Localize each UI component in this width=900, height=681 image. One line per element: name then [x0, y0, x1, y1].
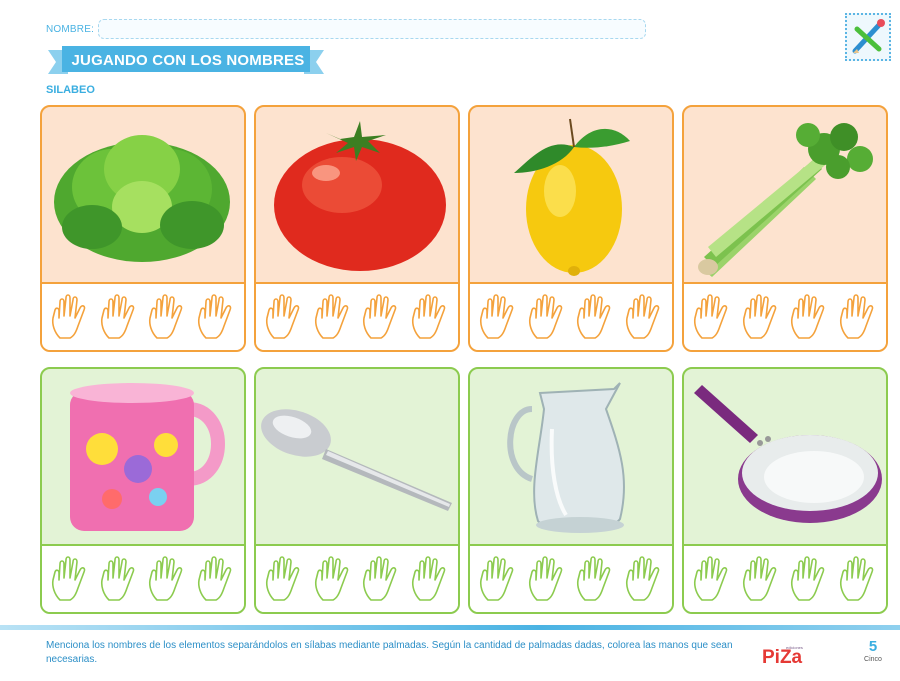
- hand-icon[interactable]: [573, 292, 617, 342]
- svg-text:PiZa: PiZa: [762, 647, 803, 667]
- card-spoon: [254, 367, 460, 614]
- card-tomato: [254, 105, 460, 352]
- section-subtitle: SILABEO: [46, 84, 95, 96]
- card-mug: [40, 367, 246, 614]
- hand-icon[interactable]: [525, 292, 569, 342]
- name-label: NOMBRE:: [46, 24, 95, 35]
- hand-icon[interactable]: [476, 554, 520, 604]
- spoon-image: [261, 409, 452, 511]
- hand-icon[interactable]: [359, 554, 403, 604]
- card-lemon: [468, 105, 674, 352]
- hand-icon[interactable]: [739, 554, 783, 604]
- hand-icon[interactable]: [836, 292, 880, 342]
- frying-pan-image: [694, 385, 882, 523]
- page-number: 5: [868, 638, 878, 655]
- hand-icon[interactable]: [262, 554, 306, 604]
- hand-icon[interactable]: [476, 292, 520, 342]
- page-title: JUGANDO CON LOS NOMBRES: [71, 52, 305, 69]
- hands-row: [42, 282, 244, 350]
- hand-icon[interactable]: [622, 554, 666, 604]
- hand-icon[interactable]: [311, 292, 355, 342]
- instructions-text: Menciona los nombres de los elementos se…: [46, 640, 733, 665]
- hand-icon[interactable]: [194, 292, 238, 342]
- lemon-image: [514, 118, 630, 276]
- pencil-icon: [845, 13, 891, 61]
- footer-divider: [0, 625, 900, 630]
- hand-icon[interactable]: [48, 554, 92, 604]
- hand-icon[interactable]: [48, 292, 92, 342]
- hand-icon[interactable]: [739, 292, 783, 342]
- hand-icon[interactable]: [145, 554, 189, 604]
- hand-icon[interactable]: [262, 292, 306, 342]
- hand-icon[interactable]: [690, 292, 734, 342]
- hand-icon[interactable]: [97, 292, 141, 342]
- hands-row: [42, 544, 244, 612]
- hand-icon[interactable]: [836, 554, 880, 604]
- hand-icon[interactable]: [787, 554, 831, 604]
- hand-icon[interactable]: [408, 292, 452, 342]
- hand-icon[interactable]: [525, 554, 569, 604]
- hands-row: [256, 544, 458, 612]
- hands-row: [684, 282, 886, 350]
- pitcher-image: [507, 382, 626, 533]
- publisher-small-label: ediciones: [786, 645, 803, 650]
- card-celery: [682, 105, 888, 352]
- page-number-word: Cinco: [864, 656, 882, 663]
- hands-row: [684, 544, 886, 612]
- card-lettuce: [40, 105, 246, 352]
- hand-icon[interactable]: [408, 554, 452, 604]
- card-pitcher: [468, 367, 674, 614]
- card-frying-pan: [682, 367, 888, 614]
- hand-icon[interactable]: [787, 292, 831, 342]
- mug-image: [70, 383, 225, 531]
- hand-icon[interactable]: [194, 554, 238, 604]
- name-field[interactable]: [98, 19, 646, 39]
- hand-icon[interactable]: [359, 292, 403, 342]
- hand-icon[interactable]: [311, 554, 355, 604]
- celery-image: [698, 123, 873, 277]
- hand-icon[interactable]: [690, 554, 734, 604]
- hand-icon[interactable]: [622, 292, 666, 342]
- hands-row: [256, 282, 458, 350]
- hand-icon[interactable]: [573, 554, 617, 604]
- hand-icon[interactable]: [145, 292, 189, 342]
- hands-row: [470, 544, 672, 612]
- hands-row: [470, 282, 672, 350]
- lettuce-image: [54, 135, 230, 262]
- tomato-image: [274, 121, 446, 271]
- hand-icon[interactable]: [97, 554, 141, 604]
